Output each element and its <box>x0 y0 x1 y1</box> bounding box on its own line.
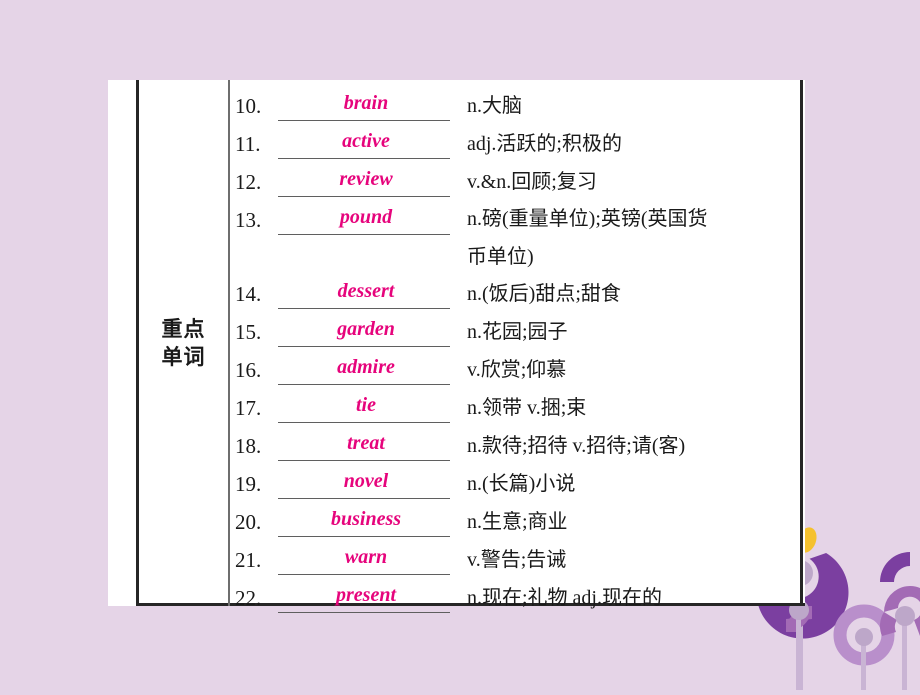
answer-blank[interactable]: treat <box>278 427 454 465</box>
table-row: 17. tie n.领带 v.捆;束 <box>230 389 803 427</box>
blank-underline <box>278 196 450 197</box>
answer-word: review <box>339 168 393 190</box>
row-number: 16. <box>235 358 262 382</box>
table-row: 22. present n.现在;礼物 adj.现在的 <box>230 579 803 617</box>
key-vocabulary-label: 重点 单词 <box>162 315 206 372</box>
row-number: 19. <box>235 472 262 496</box>
blank-underline <box>278 120 450 121</box>
definition-continuation-text: 币单位) <box>467 246 534 268</box>
vocabulary-rows: 10. brain n.大脑 11. active adj.活跃的;积极的 12… <box>230 80 803 613</box>
row-number: 14. <box>235 282 262 306</box>
petal-accent-right <box>880 552 910 582</box>
definition-text: v.&n.回顾;复习 <box>467 171 597 193</box>
answer-blank[interactable]: brain <box>278 87 454 125</box>
answer-blank[interactable]: review <box>278 163 454 201</box>
blank-underline <box>278 384 450 385</box>
definition-text: n.磅(重量单位);英镑(英国货 <box>467 208 708 230</box>
blank-underline <box>278 498 450 499</box>
table-row: 10. brain n.大脑 <box>230 87 803 125</box>
row-number: 20. <box>235 510 262 534</box>
table-row: 14. dessert n.(饭后)甜点;甜食 <box>230 275 803 313</box>
row-number: 21. <box>235 548 262 572</box>
answer-blank[interactable]: dessert <box>278 275 454 313</box>
answer-blank[interactable]: pound <box>278 201 454 239</box>
table-row: 13. pound n.磅(重量单位);英镑(英国货 <box>230 201 803 239</box>
row-number: 22. <box>235 586 262 610</box>
answer-word: pound <box>339 206 393 228</box>
key-vocabulary-label-line2: 单词 <box>161 345 206 369</box>
table-row: 12. review v.&n.回顾;复习 <box>230 163 803 201</box>
definition-continuation-row: 币单位) <box>230 239 803 275</box>
definition-text: n.大脑 <box>467 95 522 117</box>
answer-word: admire <box>337 356 395 378</box>
answer-word: brain <box>343 92 389 114</box>
vocabulary-table: 重点 单词 10. brain n.大脑 11. active adj.活跃的;… <box>139 80 803 613</box>
dandelion-small-right <box>879 586 920 690</box>
answer-blank[interactable]: tie <box>278 389 454 427</box>
blank-underline <box>278 158 450 159</box>
answer-blank[interactable]: present <box>278 579 454 617</box>
key-vocabulary-label-line1: 重点 <box>161 316 206 341</box>
row-number: 11. <box>235 132 261 156</box>
answer-word: tie <box>356 394 376 416</box>
blank-underline <box>278 460 450 461</box>
row-number: 17. <box>235 396 262 420</box>
definition-text: adj.活跃的;积极的 <box>467 133 622 155</box>
table-row: 18. treat n.款待;招待 v.招待;请(客) <box>230 427 803 465</box>
definition-text: n.领带 v.捆;束 <box>467 397 587 419</box>
blank-underline <box>278 422 450 423</box>
table-row: 20. business n.生意;商业 <box>230 503 803 541</box>
definition-text: v.欣赏;仰慕 <box>467 359 567 381</box>
definition-text: v.警告;告诫 <box>467 549 567 571</box>
dandelion-small-middle <box>833 604 895 690</box>
definition-text: n.(饭后)甜点;甜食 <box>467 283 621 305</box>
content-panel: 重点 单词 10. brain n.大脑 11. active adj.活跃的;… <box>108 80 805 613</box>
table-row: 15. garden n.花园;园子 <box>230 313 803 351</box>
answer-word: garden <box>337 318 395 340</box>
answer-blank[interactable]: garden <box>278 313 454 351</box>
blank-underline <box>278 234 450 235</box>
answer-blank[interactable]: warn <box>278 541 454 579</box>
definition-text: n.款待;招待 v.招待;请(客) <box>467 435 686 457</box>
definition-text: n.生意;商业 <box>467 511 568 533</box>
definition-text: n.花园;园子 <box>467 321 568 343</box>
row-number: 18. <box>235 434 262 458</box>
table-row: 21. warn v.警告;告诫 <box>230 541 803 579</box>
row-number: 13. <box>235 208 262 232</box>
row-number: 10. <box>235 94 262 118</box>
answer-word: present <box>336 584 396 606</box>
blank-underline <box>278 346 450 347</box>
answer-blank[interactable]: admire <box>278 351 454 389</box>
blank-underline <box>278 308 450 309</box>
definition-text: n.现在;礼物 adj.现在的 <box>467 587 662 609</box>
table-row: 16. admire v.欣赏;仰慕 <box>230 351 803 389</box>
answer-word: active <box>342 130 390 152</box>
answer-blank[interactable]: active <box>278 125 454 163</box>
answer-word: treat <box>347 432 385 454</box>
row-number: 15. <box>235 320 262 344</box>
table-row: 19. novel n.(长篇)小说 <box>230 465 803 503</box>
answer-blank[interactable]: business <box>278 503 454 541</box>
blank-underline <box>278 574 450 575</box>
answer-word: novel <box>343 470 389 492</box>
definition-text: n.(长篇)小说 <box>467 473 576 495</box>
continuation-spacer <box>230 239 454 275</box>
table-row-header-cell: 重点 单词 <box>139 80 230 606</box>
blank-underline <box>278 612 450 613</box>
answer-blank[interactable]: novel <box>278 465 454 503</box>
blank-underline <box>278 536 450 537</box>
answer-word: business <box>330 508 402 530</box>
answer-word: warn <box>344 546 388 568</box>
table-row: 11. active adj.活跃的;积极的 <box>230 125 803 163</box>
row-number: 12. <box>235 170 262 194</box>
answer-word: dessert <box>337 280 395 302</box>
